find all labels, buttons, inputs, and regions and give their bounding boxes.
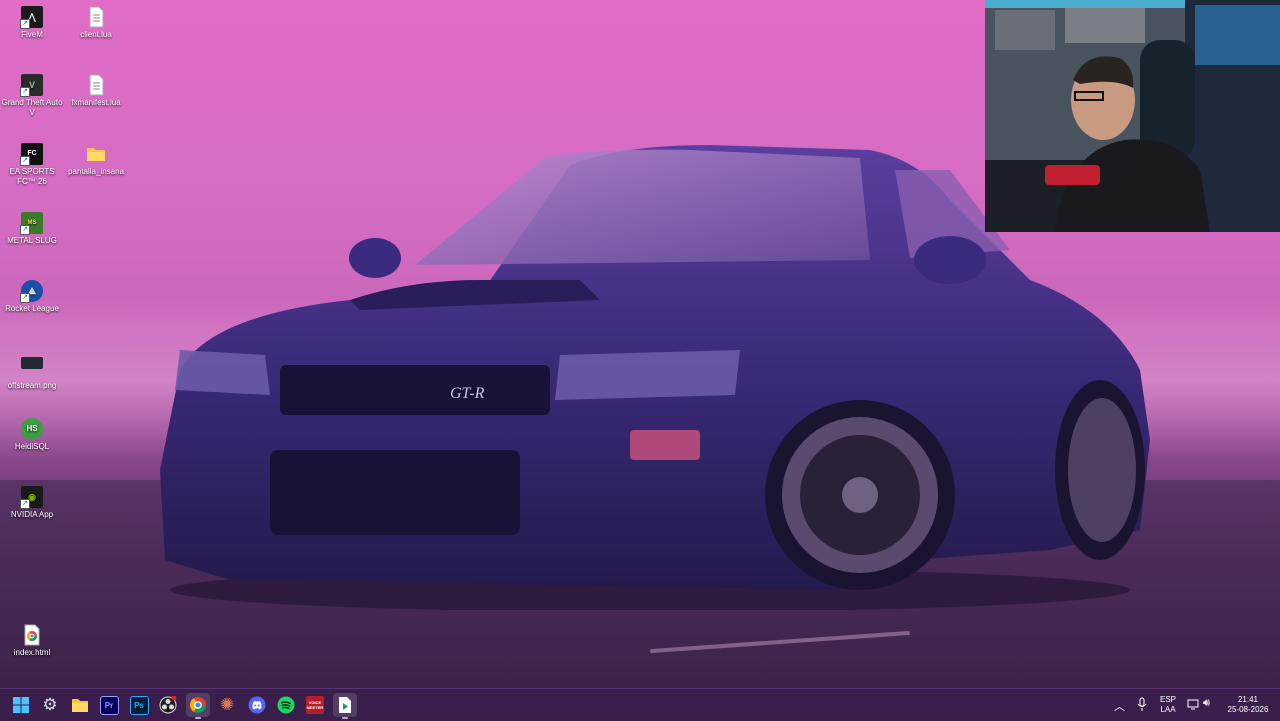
start-button[interactable] <box>9 693 33 717</box>
running-indicator <box>195 717 201 719</box>
desktop-icon-metal-slug[interactable]: MS ↗ METAL SLUG <box>0 212 64 246</box>
desktop-icon-client-lua[interactable]: client.lua <box>64 6 128 40</box>
desktop-icon-heidisql[interactable]: HS HeidiSQL <box>0 418 64 452</box>
taskbar-voicemeeter[interactable]: VOICE MEETER <box>303 693 327 717</box>
folder-icon <box>87 148 105 161</box>
shortcut-arrow-icon: ↗ <box>20 293 30 303</box>
sunburst-icon: ✺ <box>219 695 235 714</box>
taskbar-file-explorer[interactable] <box>68 693 92 717</box>
desktop-wallpaper: GT-R ⋀ ↗ FiveM client.lua V ↗ Grand Theft … <box>0 0 1280 688</box>
chrome-html-file-icon <box>24 624 40 646</box>
desktop-icon-label: FiveM <box>21 30 43 39</box>
clock[interactable]: 21:41 25-08-2026 <box>1220 695 1276 715</box>
voicemeeter-icon: VOICE MEETER <box>306 696 324 714</box>
desktop-icon-label: Grand Theft Auto V <box>1 98 63 117</box>
desktop-icon-label: METAL SLUG <box>7 236 57 245</box>
clock-date: 25-08-2026 <box>1227 705 1269 714</box>
shortcut-arrow-icon: ↗ <box>20 156 30 166</box>
taskbar-premiere-pro[interactable]: Pr <box>97 693 121 717</box>
taskbar-discord[interactable] <box>245 693 269 717</box>
desktop-icon-nvidia[interactable]: ◉ ↗ NVIDIA App <box>0 486 64 520</box>
desktop-icon-gta5[interactable]: V ↗ Grand Theft Auto V <box>0 74 64 118</box>
webcam-feed <box>985 0 1280 232</box>
desktop-icon-fxmanifest[interactable]: fxmanifest.lua <box>64 74 128 108</box>
desktop-icon-fivem[interactable]: ⋀ ↗ FiveM <box>0 6 64 40</box>
desktop-icon-label: fxmanifest.lua <box>71 98 121 107</box>
desktop-icon-label: offstream.png <box>7 381 57 390</box>
premiere-icon: Pr <box>99 695 119 715</box>
desktop-icon-ea-fc[interactable]: FC ↗ EA SPORTS FC™ 26 <box>0 143 64 187</box>
shortcut-arrow-icon: ↗ <box>20 499 30 509</box>
taskbar-obs[interactable] <box>156 693 180 717</box>
language-bottom: LAA <box>1160 705 1176 714</box>
desktop-icon-label: client.lua <box>80 30 112 39</box>
discord-icon <box>248 696 266 714</box>
desktop-icon-label: EA SPORTS FC™ 26 <box>9 167 55 186</box>
taskbar-spotify[interactable] <box>274 693 298 717</box>
gear-icon: ⚙ <box>42 695 58 714</box>
volume-icon[interactable]: 🔊︎ <box>1203 697 1210 710</box>
running-indicator <box>342 717 348 719</box>
desktop-icon-pantalla-insana[interactable]: pantalla_insana <box>64 143 128 177</box>
taskbar-active-app[interactable] <box>333 693 357 719</box>
microphone-icon[interactable] <box>1137 697 1147 718</box>
desktop-icon-rocket-league[interactable]: ⟁ ↗ Rocket League <box>0 280 64 314</box>
taskbar: ⚙ Pr Ps ✺ VOICE MEETER ︿ ESP LAA 🔊︎ 21:4… <box>0 688 1280 721</box>
webcam-overlay <box>985 0 1280 232</box>
language-top: ESP <box>1159 695 1176 704</box>
spotify-icon <box>277 696 295 714</box>
taskbar-claude[interactable]: ✺ <box>215 693 239 717</box>
text-file-icon <box>89 6 104 28</box>
taskbar-chrome[interactable] <box>186 693 210 719</box>
heidisql-icon: HS <box>21 418 43 440</box>
chevron-up-icon[interactable]: ︿ <box>1114 698 1125 714</box>
language-indicator[interactable]: ESP LAA <box>1156 695 1180 715</box>
network-icon[interactable] <box>1187 698 1200 716</box>
desktop-icon-label: Rocket League <box>5 304 59 313</box>
desktop-icon-label: HeidiSQL <box>14 442 50 451</box>
photoshop-icon: Ps <box>129 695 149 715</box>
gtr-badge: GT-R <box>450 385 485 402</box>
desktop-icon-label: pantalla_insana <box>67 167 125 176</box>
taskbar-photoshop[interactable]: Ps <box>127 693 151 717</box>
windows-icon <box>13 697 29 713</box>
text-file-icon <box>89 74 104 96</box>
desktop-icon-index-html[interactable]: index.html <box>0 624 64 658</box>
green-arrow-icon <box>339 697 351 713</box>
obs-icon <box>159 696 177 714</box>
shortcut-arrow-icon: ↗ <box>20 225 30 235</box>
desktop-icon-offstream[interactable]: offstream.png <box>0 352 64 391</box>
image-file-icon <box>21 357 43 369</box>
chrome-icon <box>190 697 206 713</box>
clock-time: 21:41 <box>1237 695 1259 704</box>
folder-icon <box>72 699 88 712</box>
desktop-icon-label: NVIDIA App <box>10 510 54 519</box>
shortcut-arrow-icon: ↗ <box>20 19 30 29</box>
shortcut-arrow-icon: ↗ <box>20 87 30 97</box>
desktop-icon-label: index.html <box>13 648 51 657</box>
taskbar-settings[interactable]: ⚙ <box>38 693 62 717</box>
